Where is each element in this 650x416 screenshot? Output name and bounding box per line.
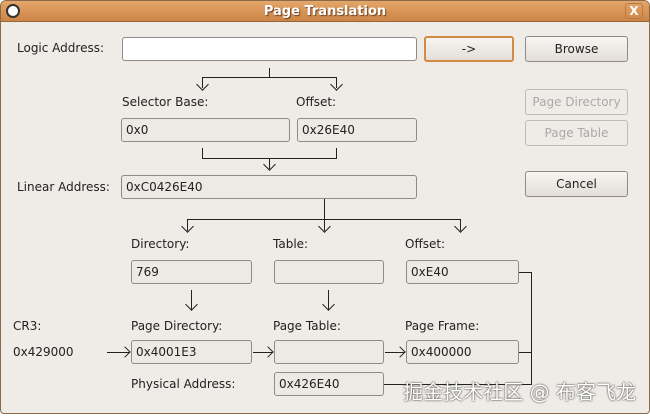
directory-field[interactable]: 769 (131, 260, 252, 284)
arrow-down-icon (318, 220, 331, 233)
table-label: Table: (273, 237, 309, 251)
page-frame-field[interactable]: 0x400000 (406, 340, 519, 364)
arrow-right-icon (262, 346, 274, 358)
arrow-down-icon (454, 220, 467, 233)
page-directory-label: Page Directory: (131, 319, 223, 333)
connector (531, 272, 532, 385)
selector-offset-field[interactable]: 0x26E40 (297, 118, 417, 142)
arrow-down-icon (322, 298, 335, 311)
arrow-down-icon (181, 220, 194, 233)
arrow-right-icon (119, 346, 131, 358)
page-table-button[interactable]: Page Table (525, 120, 628, 146)
physical-address-label: Physical Address: (131, 377, 236, 391)
page-directory-field[interactable]: 0x4001E3 (131, 340, 252, 364)
page-table-field[interactable] (274, 340, 384, 364)
page-directory-button[interactable]: Page Directory (525, 89, 628, 115)
physical-address-field[interactable]: 0x426E40 (274, 372, 384, 396)
arrow-down-icon (263, 158, 276, 171)
selector-base-label: Selector Base: (122, 95, 209, 109)
cr3-value: 0x429000 (13, 345, 74, 359)
page-offset-field[interactable]: 0xE40 (406, 260, 519, 284)
connector (202, 77, 337, 78)
cancel-button[interactable]: Cancel (525, 171, 628, 197)
title-bar: Page Translation X (1, 1, 649, 22)
page-translation-dialog: Page Translation X Logic Address: -> Bro… (0, 0, 650, 414)
linear-address-field[interactable]: 0xC0426E40 (121, 175, 417, 199)
page-offset-label: Offset: (405, 237, 446, 251)
close-button[interactable]: X (625, 3, 643, 19)
arrow-right-icon (394, 346, 406, 358)
logic-address-label: Logic Address: (17, 41, 105, 55)
page-table-label: Page Table: (273, 319, 341, 333)
directory-label: Directory: (131, 237, 190, 251)
arrow-down-icon (196, 78, 209, 91)
translate-button[interactable]: -> (424, 36, 514, 62)
linear-address-label: Linear Address: (17, 180, 110, 194)
arrow-down-icon (330, 78, 343, 91)
offset-label: Offset: (296, 95, 337, 109)
arrow-down-icon (185, 298, 198, 311)
selector-base-field[interactable]: 0x0 (121, 118, 290, 142)
connector (336, 148, 337, 158)
logic-address-input[interactable] (122, 37, 417, 61)
page-frame-label: Page Frame: (405, 319, 480, 333)
table-field[interactable] (274, 260, 384, 284)
cr3-label: CR3: (13, 319, 42, 333)
connector (202, 148, 203, 158)
connector (324, 199, 325, 220)
watermark: 掘金技术社区 @ 布客飞龙 (403, 380, 636, 404)
window-title: Page Translation (263, 4, 387, 19)
browse-button[interactable]: Browse (525, 36, 628, 62)
